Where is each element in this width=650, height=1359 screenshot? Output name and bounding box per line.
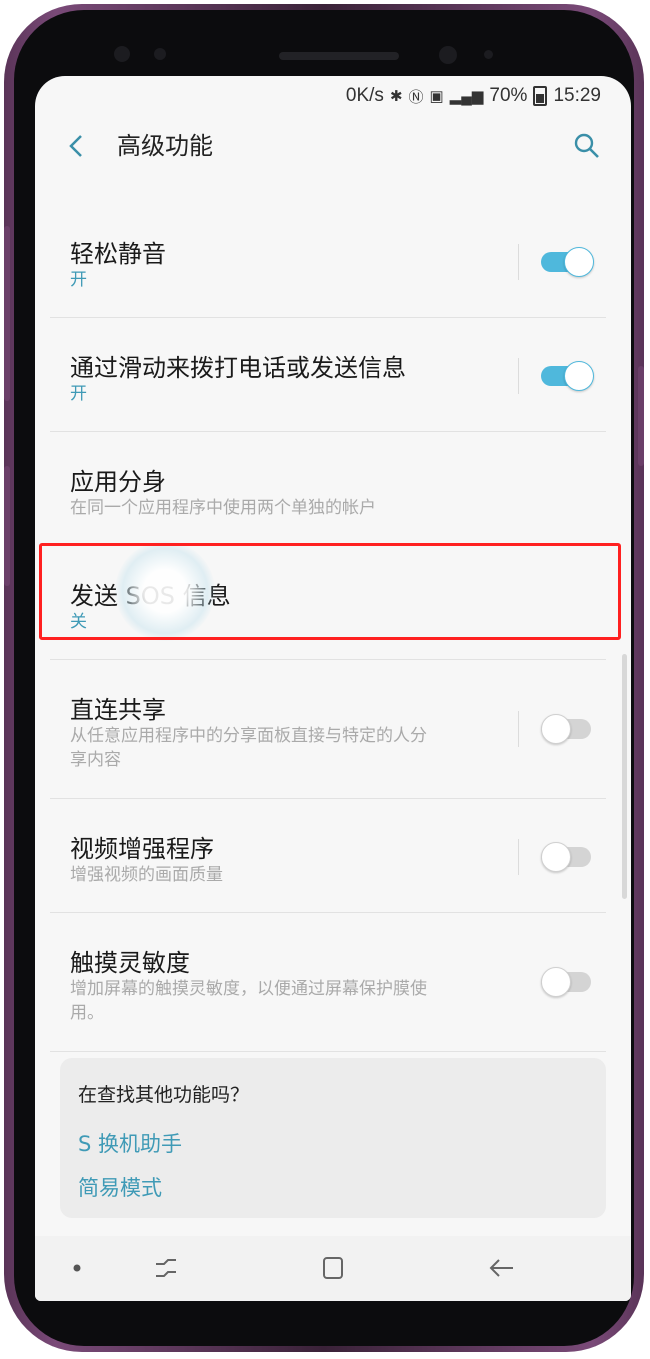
sensor: [114, 46, 130, 62]
setting-touch-sensitivity[interactable]: 触摸灵敏度 增加屏幕的触摸灵敏度，以便通过屏幕保护膜使用。: [50, 913, 606, 1052]
signal-icon: ▂▄▆: [449, 88, 484, 105]
video-enhancer-toggle[interactable]: [541, 842, 591, 872]
suggestion-title: 在查找其他功能吗？: [78, 1084, 250, 1106]
back-icon[interactable]: [485, 1252, 517, 1284]
divider: [517, 358, 519, 394]
bixby-button: [4, 466, 10, 586]
search-icon[interactable]: [573, 132, 601, 160]
setting-video-enhancer[interactable]: 视频增强程序 增强视频的画面质量: [50, 799, 606, 913]
home-icon[interactable]: [317, 1252, 349, 1284]
phone-frame: 0K/s ✱ Ⓝ ▣ ▂▄▆ 70% 15:29 高级功能 轻松静音 开 通过滑…: [4, 4, 644, 1352]
setting-easy-mute[interactable]: 轻松静音 开: [50, 204, 606, 318]
setting-status: 开: [70, 384, 87, 404]
setting-description: 从任意应用程序中的分享面板直接与特定的人分享内容: [70, 726, 427, 770]
battery-icon: [533, 86, 548, 106]
screen: 0K/s ✱ Ⓝ ▣ ▂▄▆ 70% 15:29 高级功能 轻松静音 开 通过滑…: [35, 76, 631, 1301]
setting-title: 轻松静音: [70, 240, 166, 268]
bluetooth-icon: ✱: [389, 88, 403, 105]
setting-title: 通过滑动来拨打电话或发送信息: [70, 354, 406, 382]
front-camera: [439, 46, 457, 64]
app-bar: 高级功能: [35, 116, 631, 176]
setting-title: 直连共享: [70, 696, 166, 724]
net-speed: 0K/s: [345, 85, 384, 106]
swipe-to-call-toggle[interactable]: [541, 361, 594, 391]
highlight-box: [39, 543, 621, 640]
status-bar: 0K/s ✱ Ⓝ ▣ ▂▄▆ 70% 15:29: [346, 84, 601, 108]
touch-sensitivity-toggle[interactable]: [541, 967, 591, 997]
setting-dual-messenger[interactable]: 应用分身 在同一个应用程序中使用两个单独的帐户: [50, 432, 606, 546]
clock: 15:29: [553, 85, 601, 106]
divider: [517, 839, 519, 875]
recent-apps-icon[interactable]: [150, 1252, 182, 1284]
sensor: [154, 48, 166, 60]
direct-share-toggle[interactable]: [541, 714, 591, 744]
divider: [517, 244, 519, 280]
divider: [517, 711, 519, 747]
phone-bezel: 0K/s ✱ Ⓝ ▣ ▂▄▆ 70% 15:29 高级功能 轻松静音 开 通过滑…: [14, 10, 634, 1346]
setting-title: 视频增强程序: [70, 835, 214, 863]
setting-status: 开: [70, 270, 87, 290]
page-title: 高级功能: [117, 132, 213, 160]
setting-swipe-to-call[interactable]: 通过滑动来拨打电话或发送信息 开: [50, 318, 606, 432]
power-button: [638, 366, 644, 466]
dot-icon[interactable]: [61, 1252, 93, 1284]
notification-icon: ▣: [429, 88, 444, 105]
setting-title: 应用分身: [70, 468, 166, 496]
setting-description: 增强视频的画面质量: [70, 865, 223, 885]
easy-mute-toggle[interactable]: [541, 247, 594, 277]
battery-percent: 70%: [489, 85, 528, 106]
setting-direct-share[interactable]: 直连共享 从任意应用程序中的分享面板直接与特定的人分享内容: [50, 660, 606, 799]
navigation-bar: [35, 1236, 631, 1301]
easy-mode-link[interactable]: 简易模式: [78, 1172, 162, 1202]
volume-button: [4, 226, 10, 401]
nfc-icon: Ⓝ: [408, 88, 424, 106]
setting-description: 在同一个应用程序中使用两个单独的帐户: [70, 498, 376, 518]
scrollbar[interactable]: [622, 654, 627, 899]
setting-description: 增加屏幕的触摸灵敏度，以便通过屏幕保护膜使用。: [70, 979, 427, 1023]
smart-switch-link[interactable]: S 换机助手: [78, 1128, 182, 1158]
suggestion-card: 在查找其他功能吗？ S 换机助手 简易模式: [60, 1058, 606, 1218]
back-arrow-icon[interactable]: [65, 130, 89, 162]
earpiece-speaker: [279, 52, 399, 60]
sensor: [484, 50, 493, 59]
setting-title: 触摸灵敏度: [70, 949, 190, 977]
